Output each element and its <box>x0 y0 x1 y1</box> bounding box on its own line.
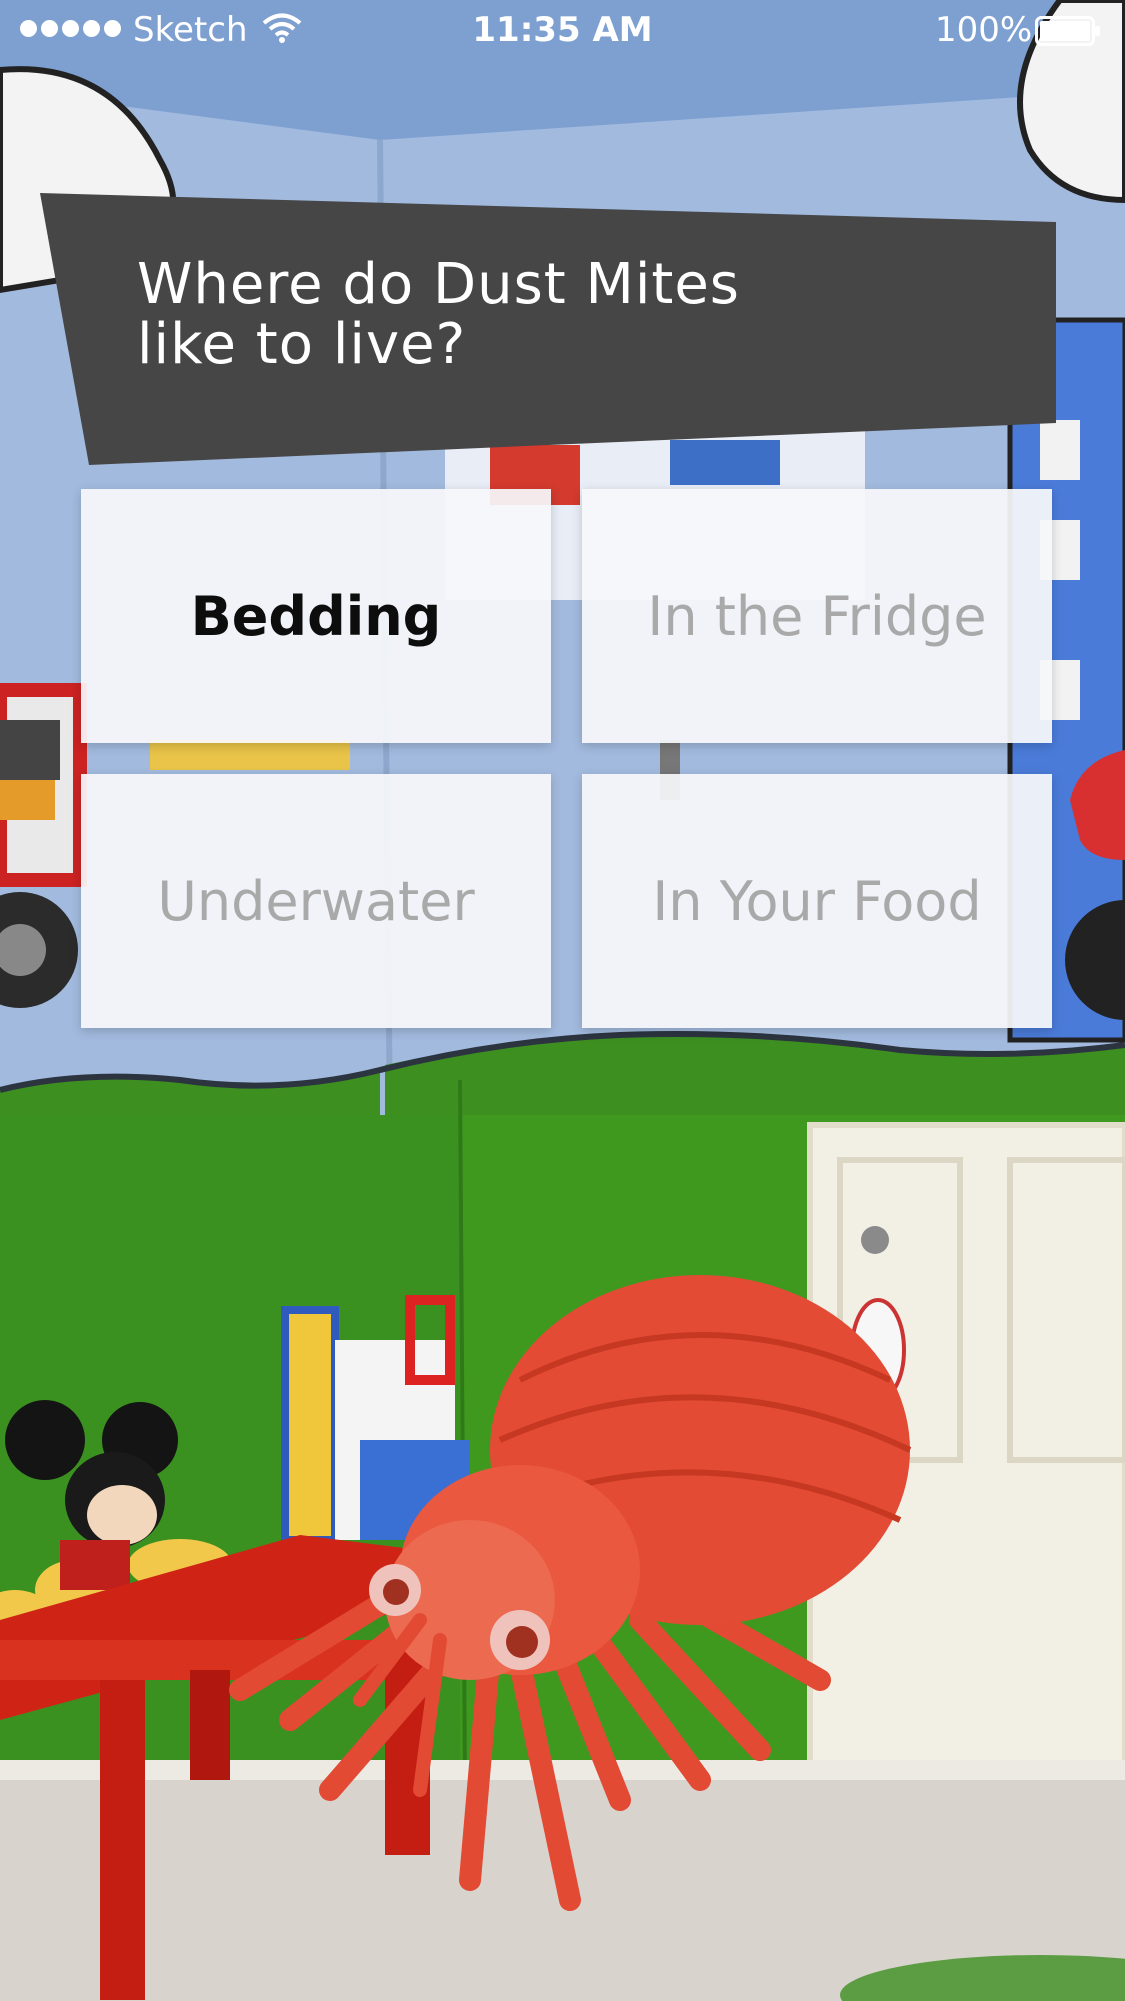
answer-button-in-your-food[interactable]: In Your Food <box>582 774 1052 1028</box>
answer-button-underwater[interactable]: Underwater <box>81 774 551 1028</box>
question-line-2: like to live? <box>137 312 467 377</box>
question-text: Where do Dust Mites like to live? <box>137 255 937 375</box>
answer-button-bedding[interactable]: Bedding <box>81 489 551 743</box>
battery-percentage: 100% <box>935 10 1033 50</box>
status-bar: Sketch 11:35 AM 100% <box>0 0 1125 62</box>
question-line-1: Where do Dust Mites <box>137 252 740 317</box>
battery-icon <box>1035 16 1100 46</box>
answer-button-in-the-fridge[interactable]: In the Fridge <box>582 489 1052 743</box>
